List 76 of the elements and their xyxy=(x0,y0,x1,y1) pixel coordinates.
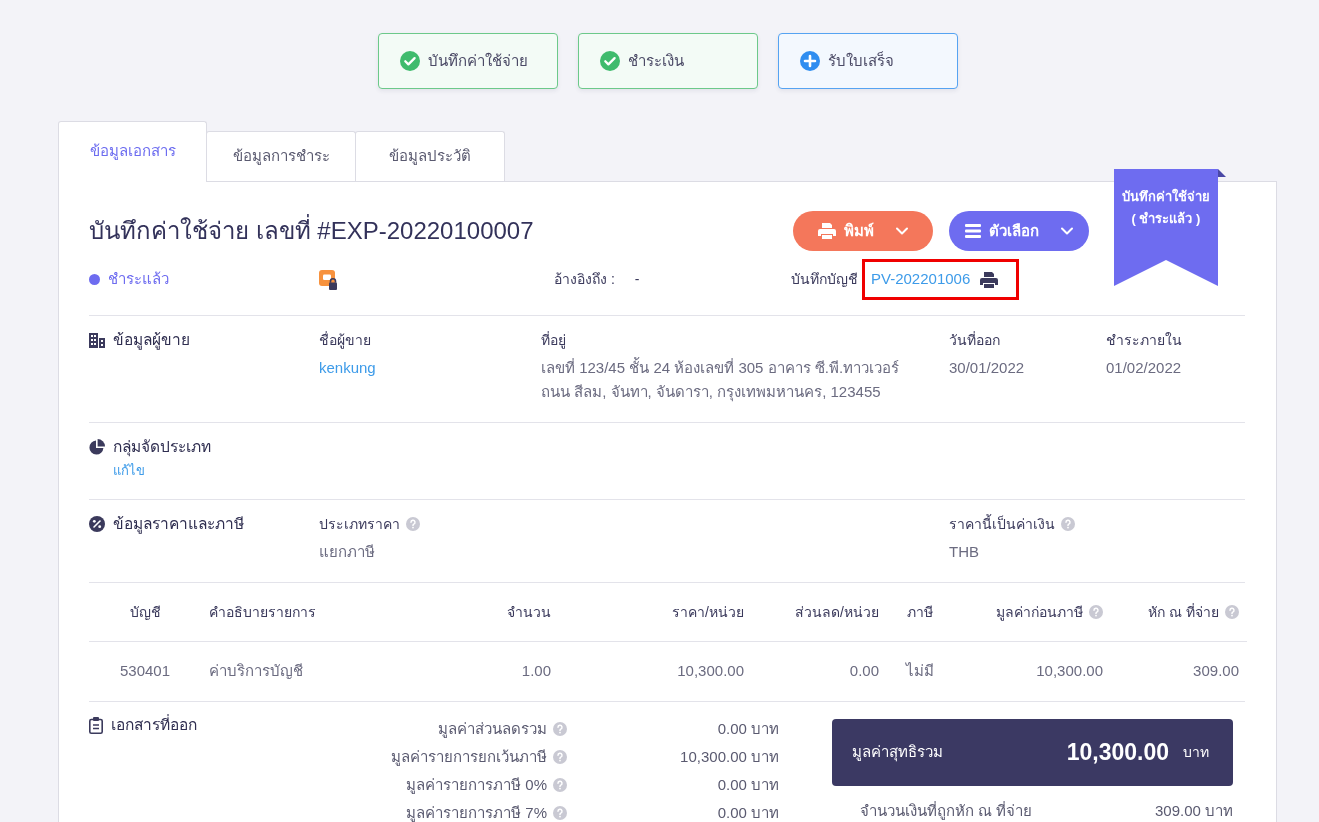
menu-icon xyxy=(965,224,981,238)
table-cell-text: 10,300.00 xyxy=(677,661,744,681)
field-label: ราคานี้เป็นค่าเงิน xyxy=(949,513,1055,534)
column-header: มูลค่าก่อนภาษี xyxy=(996,603,1083,623)
table-cell-text: 1.00 xyxy=(521,661,551,681)
column-header: คำอธิบายรายการ xyxy=(209,603,316,622)
printer-icon xyxy=(980,271,999,288)
field-value: 01/02/2022 xyxy=(1106,358,1182,378)
status-label: ชำระแล้ว xyxy=(108,269,169,290)
column-header: บัญชี xyxy=(129,603,161,622)
summary-value: 0.00 บาท xyxy=(716,802,779,822)
table-cell-text: ค่าบริการบัญชี xyxy=(209,661,303,681)
reference-value: - xyxy=(634,270,640,289)
summary-label: มูลค่ารายการภาษี 0% xyxy=(406,774,547,796)
section-title: ข้อมูลราคาและภาษี xyxy=(113,514,244,536)
plus-circle-icon xyxy=(799,51,820,71)
field-value: เลขที่ 123/45 ชั้น 24 ห้องเลขที่ 305 อาคาร ซี.พี.ทาวเวอร์ ถนน สีลม, จันทา, จันดารา, กรุงเทพมหานคร, 123455 xyxy=(541,356,900,404)
print-dropdown-button[interactable]: พิมพ์ xyxy=(793,211,933,251)
tab[interactable]: ข้อมูลการชำระ xyxy=(206,131,356,181)
status-dot xyxy=(89,274,100,285)
document-title: บันทึกค่าใช้จ่าย เลขที่ #EXP-20220100007 xyxy=(89,216,535,246)
field-value: แยกภาษี xyxy=(319,542,375,562)
check-circle-icon xyxy=(399,51,420,71)
caret-icon xyxy=(896,227,908,235)
withholding-value: 309.00 บาท xyxy=(1154,800,1233,821)
field-value: 30/01/2022 xyxy=(949,358,1025,378)
reference-label: อ้างอิงถึง : xyxy=(554,270,615,289)
field-label: ชื่อผู้ขาย xyxy=(319,330,371,351)
column-header: ราคา/หน่วย xyxy=(672,603,744,622)
withholding-label: จำนวนเงินที่ถูกหัก ณ ที่จ่าย xyxy=(860,800,1033,822)
field-value: THB xyxy=(949,542,979,562)
clipboard-icon xyxy=(89,716,103,734)
summary-value: 0.00 บาท xyxy=(716,718,779,739)
grand-total-amount: 10,300.00 xyxy=(1066,738,1169,768)
table-cell-text: 530401 xyxy=(119,661,171,681)
field-label: ประเภทราคา xyxy=(319,515,400,534)
step-button[interactable]: ชำระเงิน xyxy=(577,33,758,89)
vendor-link[interactable]: kenkung xyxy=(319,356,376,380)
summary-label: มูลค่าส่วนลดรวม xyxy=(438,718,547,740)
summary-value: 0.00 บาท xyxy=(716,774,779,795)
caret-icon xyxy=(1061,227,1073,235)
grand-total-label: มูลค่าสุทธิรวม xyxy=(852,742,944,764)
field-label: วันที่ออก xyxy=(949,330,1000,350)
section-title: ข้อมูลผู้ขาย xyxy=(113,330,190,352)
options-dropdown-button[interactable]: ตัวเลือก xyxy=(949,211,1089,251)
printer-icon xyxy=(818,223,836,239)
summary-label: มูลค่ารายการภาษี 7% xyxy=(406,802,547,822)
summary-value: 10,300.00 บาท xyxy=(679,746,779,767)
tab[interactable]: ข้อมูลเอกสาร xyxy=(58,121,207,182)
section-title: เอกสารที่ออก xyxy=(111,713,197,736)
check-circle-icon xyxy=(599,51,620,71)
field-label: ชำระภายใน xyxy=(1106,331,1182,350)
account-record-link[interactable]: PV-202201006 xyxy=(871,268,971,291)
percent-icon xyxy=(89,516,105,532)
step-button[interactable]: บันทึกค่าใช้จ่าย xyxy=(377,33,558,89)
column-header: จำนวน xyxy=(507,603,551,622)
account-record-label: บันทึกบัญชี xyxy=(791,270,858,289)
field-label: ที่อยู่ xyxy=(541,330,566,351)
summary-label: มูลค่ารายการยกเว้นภาษี xyxy=(391,746,547,768)
table-cell-text: ไม่มี xyxy=(906,661,934,681)
step-button[interactable]: รับใบเสร็จ xyxy=(777,33,958,89)
building-icon xyxy=(89,332,105,348)
lock-tile-icon xyxy=(319,269,339,290)
pie-chart-icon xyxy=(89,439,105,455)
ribbon-status: ( ชำระแล้ว ) xyxy=(1131,210,1201,228)
section-title: กลุ่มจัดประเภท xyxy=(113,437,211,459)
currency-unit: บาท xyxy=(1183,743,1209,762)
tab[interactable]: ข้อมูลประวัติ xyxy=(355,131,505,181)
table-cell-text: 309.00 xyxy=(1193,661,1239,681)
edit-link[interactable]: แก้ไข xyxy=(113,461,145,481)
table-cell-text: 0.00 xyxy=(849,661,879,681)
column-header: ภาษี xyxy=(907,603,933,622)
table-cell-text: 10,300.00 xyxy=(1036,661,1103,681)
column-header: หัก ณ ที่จ่าย xyxy=(1148,602,1219,622)
column-header: ส่วนลด/หน่วย xyxy=(795,603,879,622)
ribbon-title: บันทึกค่าใช้จ่าย xyxy=(1122,187,1210,206)
